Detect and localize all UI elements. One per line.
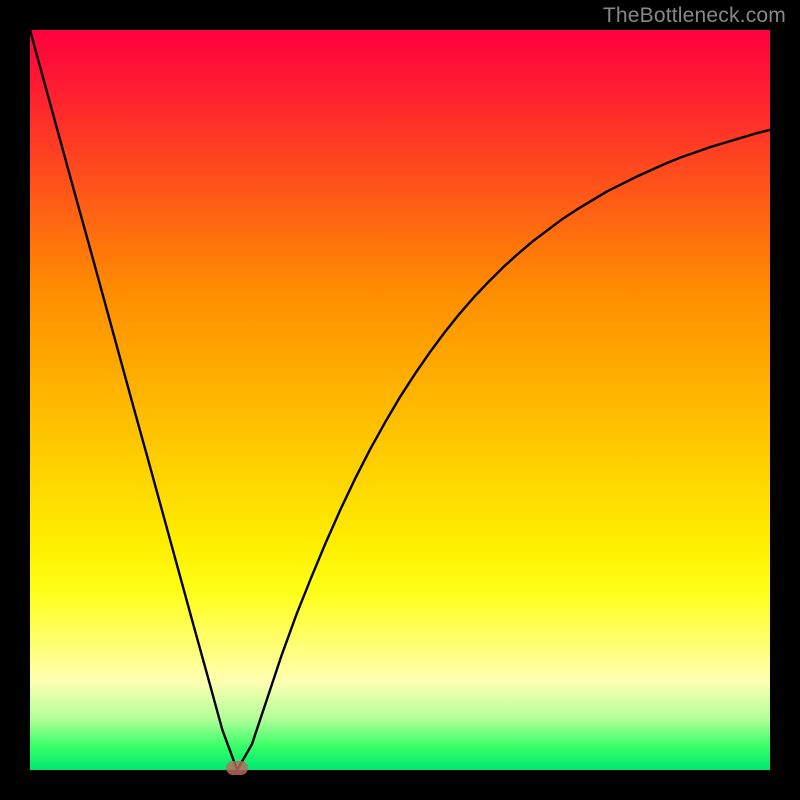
watermark-text: TheBottleneck.com [603,4,786,28]
bottleneck-curve [30,30,770,770]
chart-frame: TheBottleneck.com [0,0,800,800]
curve-path [30,30,770,770]
bottleneck-marker [226,761,248,775]
chart-plot-area [30,30,770,770]
